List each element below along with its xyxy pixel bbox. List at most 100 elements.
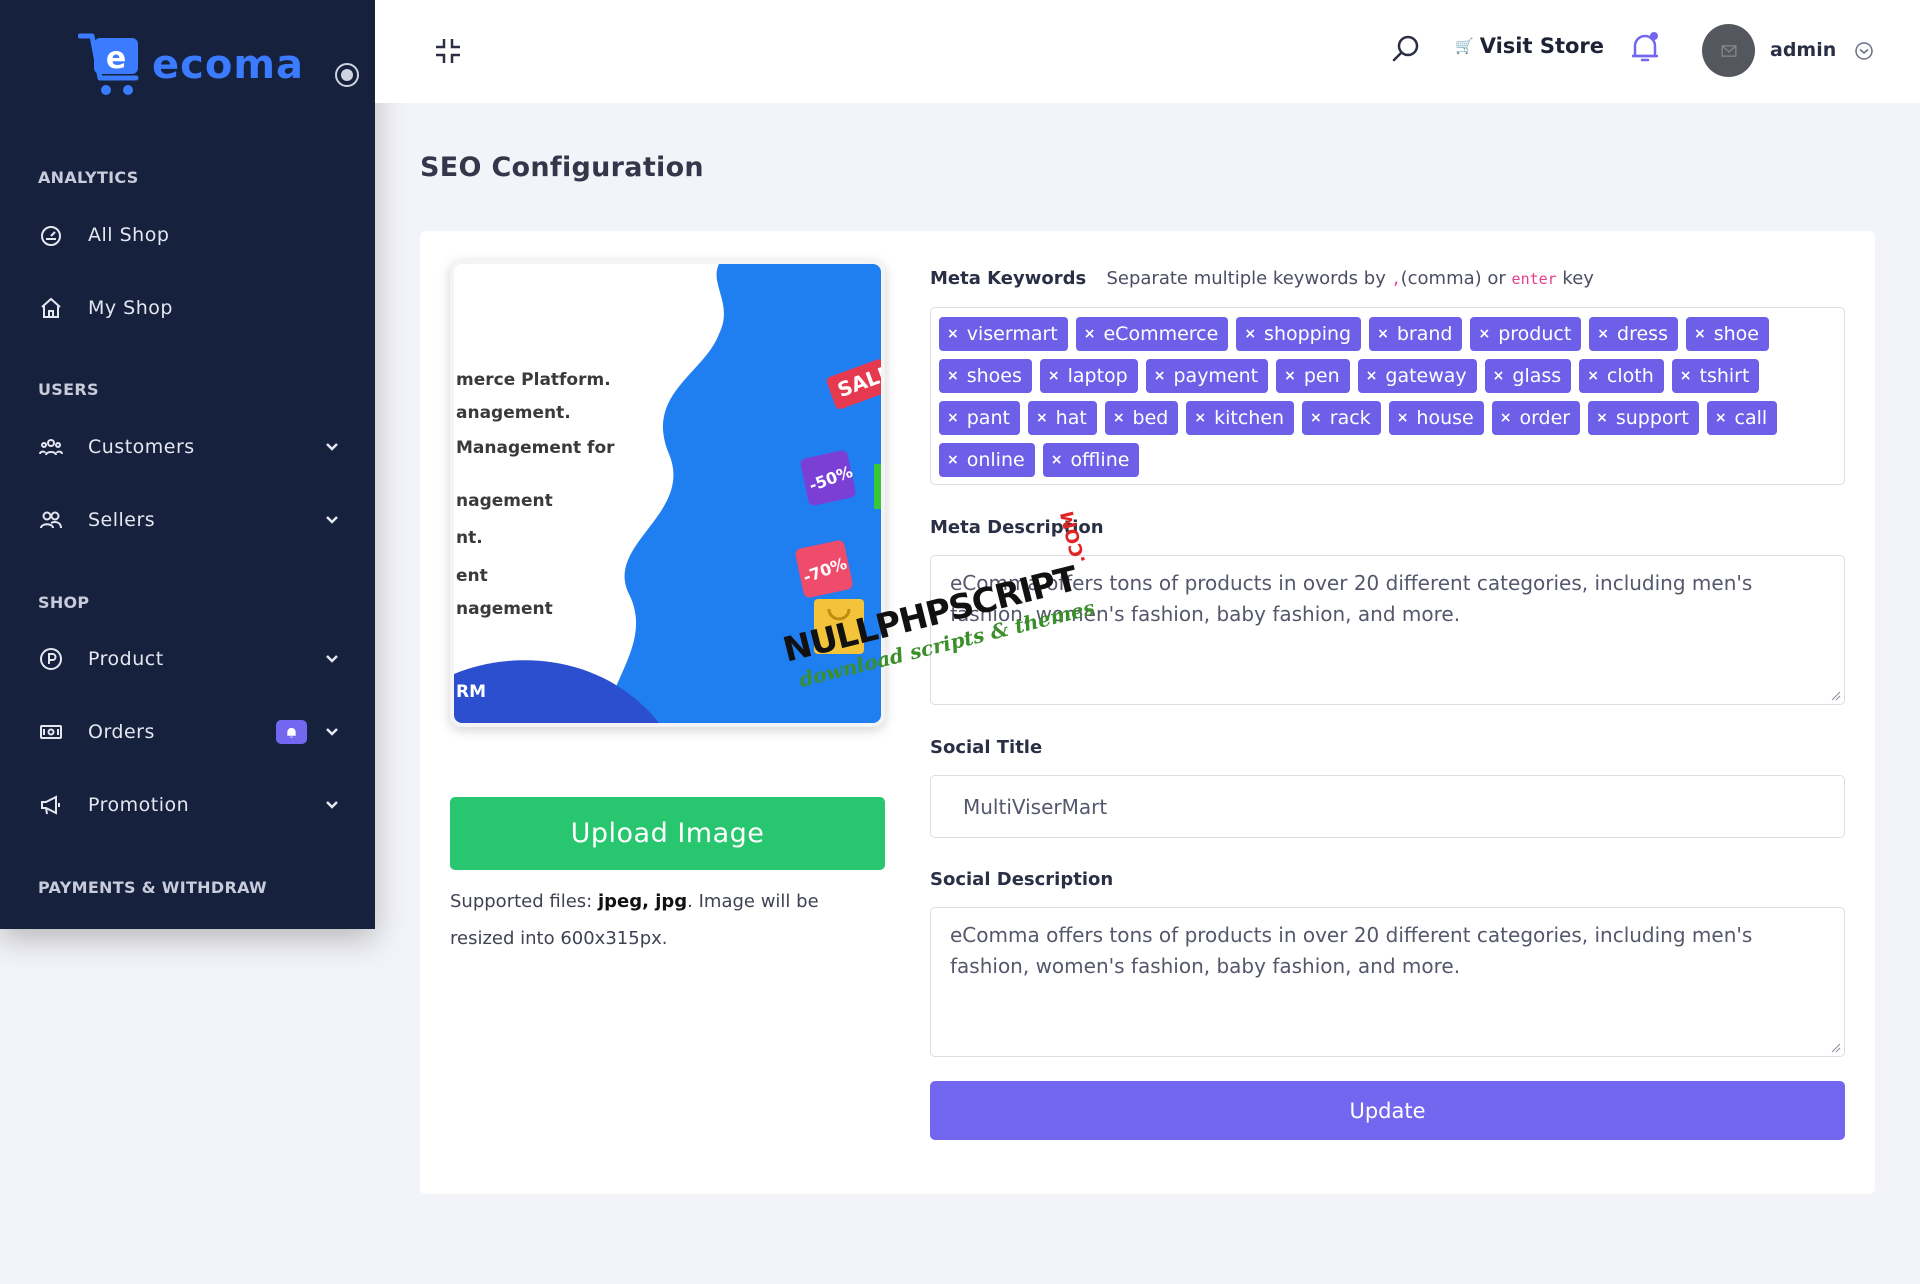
keyword-tag[interactable]: × dress xyxy=(1589,317,1678,351)
remove-tag-icon[interactable]: × xyxy=(1084,326,1096,342)
support-types: jpeg, jpg xyxy=(597,891,688,912)
remove-tag-icon[interactable]: × xyxy=(1284,368,1296,384)
remove-tag-icon[interactable]: × xyxy=(1036,410,1048,426)
keyword-tag[interactable]: × shoe xyxy=(1685,317,1769,351)
keyword-tag[interactable]: × offline xyxy=(1042,443,1140,477)
keyword-tag[interactable]: × eCommerce xyxy=(1075,317,1229,351)
sidebar-item-my-shop[interactable]: My Shop xyxy=(0,280,375,336)
resize-grip-icon[interactable] xyxy=(1829,1041,1841,1053)
remove-tag-icon[interactable]: × xyxy=(1377,326,1389,342)
keyword-tag[interactable]: × online xyxy=(939,443,1035,477)
remove-tag-icon[interactable]: × xyxy=(1715,410,1727,426)
keyword-tag-label: online xyxy=(966,449,1025,471)
sidebar-toggle-button[interactable] xyxy=(335,63,359,87)
remove-tag-icon[interactable]: × xyxy=(1478,326,1490,342)
avatar[interactable] xyxy=(1702,24,1755,77)
chevron-down-circle-icon[interactable] xyxy=(1854,41,1874,61)
keyword-tag-label: hat xyxy=(1055,407,1087,429)
remove-tag-icon[interactable]: × xyxy=(1194,410,1206,426)
keyword-tag-label: pen xyxy=(1303,365,1340,387)
orders-notification-badge xyxy=(276,720,307,744)
sidebar-item-label: Sellers xyxy=(88,509,156,531)
keyword-tag[interactable]: × support xyxy=(1588,401,1699,435)
section-title-shop: SHOP xyxy=(38,593,90,612)
keyword-tag[interactable]: × pen xyxy=(1276,359,1350,393)
remove-tag-icon[interactable]: × xyxy=(947,326,959,342)
remove-tag-icon[interactable]: × xyxy=(1048,368,1060,384)
sidebar-item-customers[interactable]: Customers xyxy=(0,419,375,475)
keyword-tag[interactable]: × laptop xyxy=(1039,359,1138,393)
hint-comma-code: , xyxy=(1391,270,1401,288)
keyword-tag[interactable]: × kitchen xyxy=(1186,401,1295,435)
sidebar-item-product[interactable]: Product xyxy=(0,631,375,687)
notification-bell-icon[interactable] xyxy=(1628,30,1662,66)
upload-image-button[interactable]: Upload Image xyxy=(450,797,885,870)
chevron-down-icon xyxy=(326,655,338,663)
keyword-tag[interactable]: × gateway xyxy=(1357,359,1477,393)
sidebar-item-label: Promotion xyxy=(88,794,190,816)
keyword-tag-label: glass xyxy=(1512,365,1562,387)
preview-text-line: nt. xyxy=(456,528,483,548)
resize-grip-icon[interactable] xyxy=(1829,689,1841,701)
remove-tag-icon[interactable]: × xyxy=(1597,326,1609,342)
sidebar-item-sellers[interactable]: Sellers xyxy=(0,492,375,548)
users-pair-icon xyxy=(38,507,64,533)
remove-tag-icon[interactable]: × xyxy=(1113,410,1125,426)
cart-logo-icon: e xyxy=(77,30,146,100)
keyword-tag[interactable]: × payment xyxy=(1145,359,1269,393)
hint-suffix: key xyxy=(1556,268,1594,289)
brand-logo[interactable]: e ecoma xyxy=(77,28,304,102)
keyword-tag[interactable]: × brand xyxy=(1369,317,1463,351)
visit-store-link[interactable]: 🛒 Visit Store xyxy=(1455,34,1604,58)
keyword-tag[interactable]: × order xyxy=(1491,401,1581,435)
remove-tag-icon[interactable]: × xyxy=(1596,410,1608,426)
meta-keywords-input[interactable]: × visermart × eCommerce × shopping × brand × prod… xyxy=(930,307,1845,485)
keyword-tag[interactable]: × rack xyxy=(1302,401,1381,435)
social-title-input[interactable]: MultiViserMart xyxy=(930,775,1845,838)
preview-text-line: anagement. xyxy=(456,403,571,423)
remove-tag-icon[interactable]: × xyxy=(1500,410,1512,426)
remove-tag-icon[interactable]: × xyxy=(1244,326,1256,342)
sidebar-item-label: All Shop xyxy=(88,224,170,246)
remove-tag-icon[interactable]: × xyxy=(1154,368,1166,384)
sidebar-item-all-shop[interactable]: All Shop xyxy=(0,207,375,263)
keyword-tag[interactable]: × bed xyxy=(1104,401,1179,435)
keyword-tag[interactable]: × call xyxy=(1706,401,1778,435)
remove-tag-icon[interactable]: × xyxy=(1310,410,1322,426)
keyword-tag[interactable]: × shopping xyxy=(1236,317,1362,351)
remove-tag-icon[interactable]: × xyxy=(1051,452,1063,468)
keyword-tag[interactable]: × visermart xyxy=(939,317,1068,351)
sidebar-item-promotion[interactable]: Promotion xyxy=(0,777,375,833)
keyword-tag[interactable]: × hat xyxy=(1027,401,1097,435)
keyword-tag[interactable]: × pant xyxy=(939,401,1020,435)
chevron-down-icon xyxy=(326,801,338,809)
keyword-tag[interactable]: × tshirt xyxy=(1671,359,1760,393)
remove-tag-icon[interactable]: × xyxy=(1397,410,1409,426)
meta-keywords-hint: Separate multiple keywords by ,(comma) o… xyxy=(1106,268,1593,289)
remove-tag-icon[interactable]: × xyxy=(1694,326,1706,342)
social-description-textarea[interactable]: eComma offers tons of products in over 2… xyxy=(930,907,1845,1057)
update-button[interactable]: Update xyxy=(930,1081,1845,1140)
keyword-tag-label: brand xyxy=(1396,323,1453,345)
remove-tag-icon[interactable]: × xyxy=(1587,368,1599,384)
keyword-tag[interactable]: × shoes xyxy=(939,359,1032,393)
remove-tag-icon[interactable]: × xyxy=(947,452,959,468)
compress-icon[interactable] xyxy=(433,36,463,66)
search-icon[interactable] xyxy=(1390,33,1422,65)
keyword-tag-label: offline xyxy=(1070,449,1130,471)
remove-tag-icon[interactable]: × xyxy=(1366,368,1378,384)
home-icon xyxy=(38,295,64,321)
remove-tag-icon[interactable]: × xyxy=(1680,368,1692,384)
hint-prefix: Separate multiple keywords by xyxy=(1106,268,1392,289)
user-name[interactable]: admin xyxy=(1770,39,1836,61)
preview-text-line: nagement xyxy=(456,599,553,619)
remove-tag-icon[interactable]: × xyxy=(947,368,959,384)
sidebar-item-orders[interactable]: Orders xyxy=(0,704,375,760)
keyword-tag[interactable]: × product xyxy=(1470,317,1582,351)
keyword-tag[interactable]: × glass xyxy=(1484,359,1572,393)
keyword-tag[interactable]: × house xyxy=(1388,401,1484,435)
remove-tag-icon[interactable]: × xyxy=(1493,368,1505,384)
preview-text-line: Management for xyxy=(456,438,615,458)
keyword-tag[interactable]: × cloth xyxy=(1579,359,1664,393)
remove-tag-icon[interactable]: × xyxy=(947,410,959,426)
